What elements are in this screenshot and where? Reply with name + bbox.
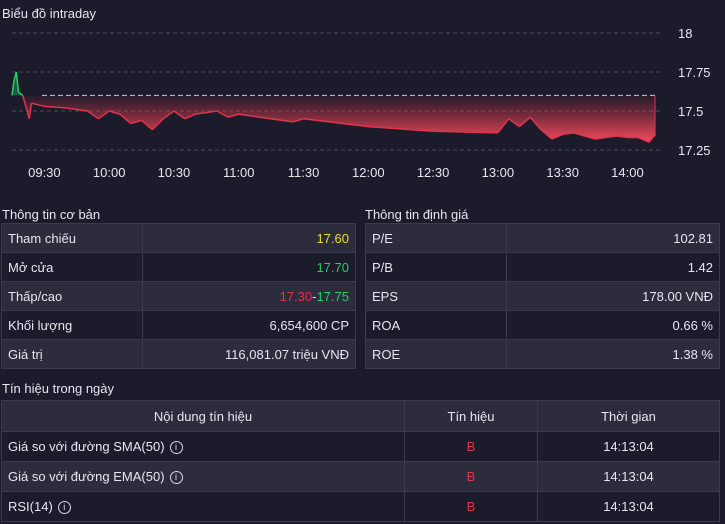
signal-value: B — [404, 461, 538, 492]
y-tick-label: 17.25 — [678, 143, 711, 158]
reference-value: 17.60 — [142, 223, 356, 253]
signal-value: B — [404, 431, 538, 462]
signal-content: Giá so với đường EMA(50) i — [1, 461, 405, 492]
table-row: Giá trị 116,081.07 triệu VNĐ — [1, 339, 356, 369]
x-tick-label: 12:30 — [417, 165, 450, 180]
pe-value: 102.81 — [506, 223, 720, 253]
x-tick-label: 11:00 — [223, 165, 255, 180]
basic-info-title: Thông tin cơ bản — [2, 207, 101, 222]
eps-label: EPS — [365, 281, 507, 311]
table-row: Thấp/cao 17.30-17.75 — [1, 281, 356, 311]
info-icon[interactable]: i — [169, 471, 183, 485]
x-tick-label: 13:30 — [546, 165, 579, 180]
table-header-row: Nội dung tín hiệu Tín hiệu Thời gian — [1, 400, 720, 432]
x-tick-label: 11:30 — [288, 165, 320, 180]
roe-label: ROE — [365, 339, 507, 369]
high-value: 17.75 — [316, 288, 349, 304]
signal-content-text: Giá so với đường SMA(50) — [8, 438, 165, 454]
basic-info-table: Tham chiếu 17.60 Mở cửa 17.70 Thấp/cao 1… — [1, 223, 356, 369]
signal-value: B — [404, 491, 538, 522]
x-tick-label: 12:00 — [352, 165, 385, 180]
lowhigh-label: Thấp/cao — [1, 281, 143, 311]
table-row: P/B 1.42 — [365, 252, 720, 282]
info-icon[interactable]: i — [57, 501, 71, 515]
intraday-chart: 18 17.75 17.5 17.25 09:30 10:00 10:30 11:00 11:… — [11, 26, 711, 180]
x-tick-label: 14:00 — [611, 165, 644, 180]
pe-label: P/E — [365, 223, 507, 253]
table-row: RSI(14) i B 14:13:04 — [1, 491, 720, 522]
table-row: Mở cửa 17.70 — [1, 252, 356, 282]
trade-value-label: Giá trị — [1, 339, 143, 369]
signal-time: 14:13:04 — [537, 431, 720, 462]
open-value: 17.70 — [142, 252, 356, 282]
eps-value: 178.00 VNĐ — [506, 281, 720, 311]
x-tick-label: 09:30 — [28, 165, 61, 180]
valuation-title: Thông tin định giá — [365, 207, 469, 222]
lowhigh-value: 17.30-17.75 — [142, 281, 356, 311]
roa-label: ROA — [365, 310, 507, 340]
x-tick-label: 10:00 — [93, 165, 126, 180]
table-row: P/E 102.81 — [365, 223, 720, 253]
x-tick-label: 10:30 — [158, 165, 191, 180]
y-tick-label: 17.5 — [678, 104, 703, 119]
valuation-table: P/E 102.81 P/B 1.42 EPS 178.00 VNĐ ROA 0… — [365, 223, 720, 369]
signal-time: 14:13:04 — [537, 461, 720, 492]
y-tick-label: 18 — [678, 26, 692, 41]
signal-content: Giá so với đường SMA(50) i — [1, 431, 405, 462]
signals-title: Tín hiệu trong ngày — [2, 381, 115, 396]
column-header-content: Nội dung tín hiệu — [1, 400, 405, 432]
trade-value-value: 116,081.07 triệu VNĐ — [142, 339, 356, 369]
reference-label: Tham chiếu — [1, 223, 143, 253]
roe-value: 1.38 % — [506, 339, 720, 369]
pb-label: P/B — [365, 252, 507, 282]
column-header-time: Thời gian — [537, 400, 720, 432]
open-label: Mở cửa — [1, 252, 143, 282]
table-row: ROA 0.66 % — [365, 310, 720, 340]
roa-value: 0.66 % — [506, 310, 720, 340]
pb-value: 1.42 — [506, 252, 720, 282]
signals-table: Nội dung tín hiệu Tín hiệu Thời gian Giá… — [1, 400, 720, 522]
table-row: ROE 1.38 % — [365, 339, 720, 369]
info-icon[interactable]: i — [169, 441, 183, 455]
signal-content: RSI(14) i — [1, 491, 405, 522]
y-tick-label: 17.75 — [678, 65, 711, 80]
signal-content-text: Giá so với đường EMA(50) — [8, 468, 165, 484]
x-tick-label: 13:00 — [482, 165, 515, 180]
chart-title: Biểu đồ intraday — [2, 6, 96, 21]
table-row: Khối lượng 6,654,600 CP — [1, 310, 356, 340]
table-row: Giá so với đường SMA(50) i B 14:13:04 — [1, 431, 720, 462]
signal-content-text: RSI(14) — [8, 498, 53, 514]
signal-time: 14:13:04 — [537, 491, 720, 522]
up-area — [12, 72, 656, 96]
volume-value: 6,654,600 CP — [142, 310, 356, 340]
table-row: EPS 178.00 VNĐ — [365, 281, 720, 311]
table-row: Giá so với đường EMA(50) i B 14:13:04 — [1, 461, 720, 492]
column-header-signal: Tín hiệu — [404, 400, 538, 432]
volume-label: Khối lượng — [1, 310, 143, 340]
table-row: Tham chiếu 17.60 — [1, 223, 356, 253]
low-value: 17.30 — [279, 288, 313, 304]
